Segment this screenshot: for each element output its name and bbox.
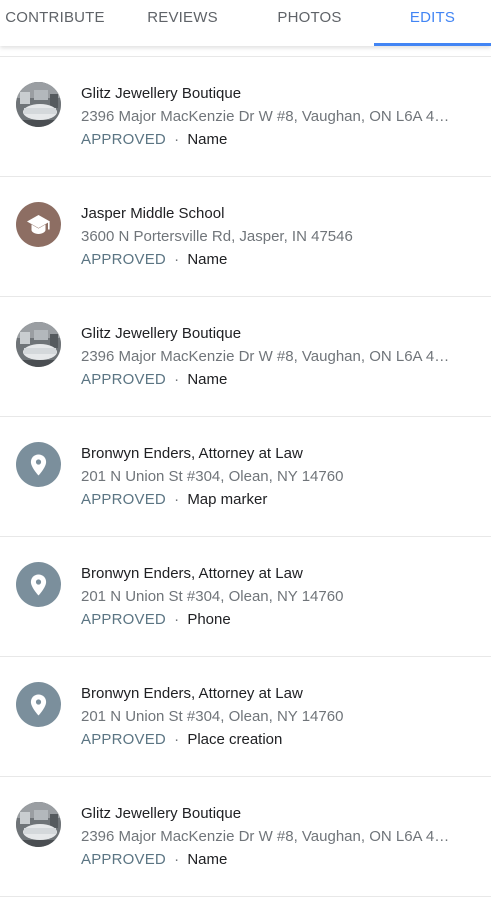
edit-list-item[interactable]: Glitz Jewellery Boutique 2396 Major MacK… — [0, 777, 491, 897]
tab-reviews[interactable]: REVIEWS — [110, 0, 255, 46]
tab-photos[interactable]: PHOTOS — [255, 0, 364, 46]
separator-dot: · — [174, 851, 180, 868]
place-title: Glitz Jewellery Boutique — [81, 85, 242, 102]
separator-dot: · — [174, 251, 180, 268]
status-badge: APPROVED — [81, 251, 166, 268]
edit-text: Bronwyn Enders, Attorney at Law 201 N Un… — [81, 564, 465, 630]
edit-status-line: APPROVED · Phone — [81, 610, 465, 630]
edit-list-item[interactable]: Glitz Jewellery Boutique 2396 Major MacK… — [0, 297, 491, 417]
edit-list-item[interactable]: Bronwyn Enders, Attorney at Law 201 N Un… — [0, 417, 491, 537]
edit-type: Name — [187, 131, 228, 148]
store-photo-icon — [16, 82, 61, 127]
tab-label: REVIEWS — [147, 9, 218, 26]
place-avatar — [16, 562, 61, 607]
place-title: Glitz Jewellery Boutique — [81, 805, 242, 822]
edit-status-line: APPROVED · Name — [81, 370, 465, 390]
status-badge: APPROVED — [81, 731, 166, 748]
tab-label: EDITS — [409, 9, 456, 26]
status-badge: APPROVED — [81, 611, 166, 628]
edit-type: Place creation — [187, 731, 283, 748]
edit-status-line: APPROVED · Name — [81, 850, 465, 870]
place-avatar — [16, 202, 61, 247]
place-address: 2396 Major MacKenzie Dr W #8, Vaughan, O… — [81, 108, 450, 125]
store-photo-icon — [16, 322, 61, 367]
edit-text: Jasper Middle School 3600 N Portersville… — [81, 204, 465, 270]
place-address: 2396 Major MacKenzie Dr W #8, Vaughan, O… — [81, 348, 450, 365]
edit-status-line: APPROVED · Name — [81, 130, 465, 150]
separator-dot: · — [174, 371, 180, 388]
edit-text: Glitz Jewellery Boutique 2396 Major MacK… — [81, 804, 465, 870]
tab-contribute[interactable]: CONTRIBUTE — [0, 0, 110, 46]
status-badge: APPROVED — [81, 131, 166, 148]
tab-label: PHOTOS — [277, 9, 342, 26]
edit-status-line: APPROVED · Map marker — [81, 490, 465, 510]
edit-status-line: APPROVED · Name — [81, 250, 465, 270]
store-photo-icon — [16, 802, 61, 847]
place-title: Glitz Jewellery Boutique — [81, 325, 242, 342]
place-address: 3600 N Portersville Rd, Jasper, IN 47546 — [81, 228, 353, 245]
edit-text: Bronwyn Enders, Attorney at Law 201 N Un… — [81, 684, 465, 750]
school-icon — [27, 215, 50, 234]
edit-type: Name — [187, 251, 228, 268]
place-avatar — [16, 442, 61, 487]
edit-list-item[interactable]: Glitz Jewellery Boutique 2396 Major MacK… — [0, 57, 491, 177]
edit-type: Phone — [187, 611, 231, 628]
edit-status-line: APPROVED · Place creation — [81, 730, 465, 750]
place-address: 201 N Union St #304, Olean, NY 14760 — [81, 588, 344, 605]
edit-text: Glitz Jewellery Boutique 2396 Major MacK… — [81, 324, 465, 390]
place-address: 201 N Union St #304, Olean, NY 14760 — [81, 468, 344, 485]
separator-dot: · — [174, 611, 180, 628]
place-title: Bronwyn Enders, Attorney at Law — [81, 685, 303, 702]
tab-edits[interactable]: EDITS — [374, 0, 491, 46]
tab-label: CONTRIBUTE — [5, 9, 105, 26]
place-title: Bronwyn Enders, Attorney at Law — [81, 445, 303, 462]
edit-type: Name — [187, 371, 228, 388]
status-badge: APPROVED — [81, 851, 166, 868]
separator-dot: · — [174, 131, 180, 148]
place-avatar — [16, 322, 61, 367]
tab-bar: CONTRIBUTE REVIEWS PHOTOS EDITS — [0, 0, 491, 46]
edit-type: Map marker — [187, 491, 268, 508]
edit-type: Name — [187, 851, 228, 868]
place-address: 201 N Union St #304, Olean, NY 14760 — [81, 708, 344, 725]
place-avatar — [16, 802, 61, 847]
place-title: Jasper Middle School — [81, 205, 225, 222]
place-avatar — [16, 682, 61, 727]
active-tab-indicator — [374, 43, 491, 46]
edit-list-item[interactable]: Bronwyn Enders, Attorney at Law 201 N Un… — [0, 537, 491, 657]
place-pin-icon — [30, 574, 47, 596]
place-pin-icon — [30, 454, 47, 476]
edit-list-item[interactable]: Jasper Middle School 3600 N Portersville… — [0, 177, 491, 297]
place-title: Bronwyn Enders, Attorney at Law — [81, 565, 303, 582]
status-badge: APPROVED — [81, 371, 166, 388]
place-address: 2396 Major MacKenzie Dr W #8, Vaughan, O… — [81, 828, 450, 845]
place-pin-icon — [30, 694, 47, 716]
separator-dot: · — [174, 491, 180, 508]
place-avatar — [16, 82, 61, 127]
edits-list: Glitz Jewellery Boutique 2396 Major MacK… — [0, 56, 491, 897]
status-badge: APPROVED — [81, 491, 166, 508]
edit-text: Bronwyn Enders, Attorney at Law 201 N Un… — [81, 444, 465, 510]
edit-text: Glitz Jewellery Boutique 2396 Major MacK… — [81, 84, 465, 150]
separator-dot: · — [174, 731, 180, 748]
edit-list-item[interactable]: Bronwyn Enders, Attorney at Law 201 N Un… — [0, 657, 491, 777]
